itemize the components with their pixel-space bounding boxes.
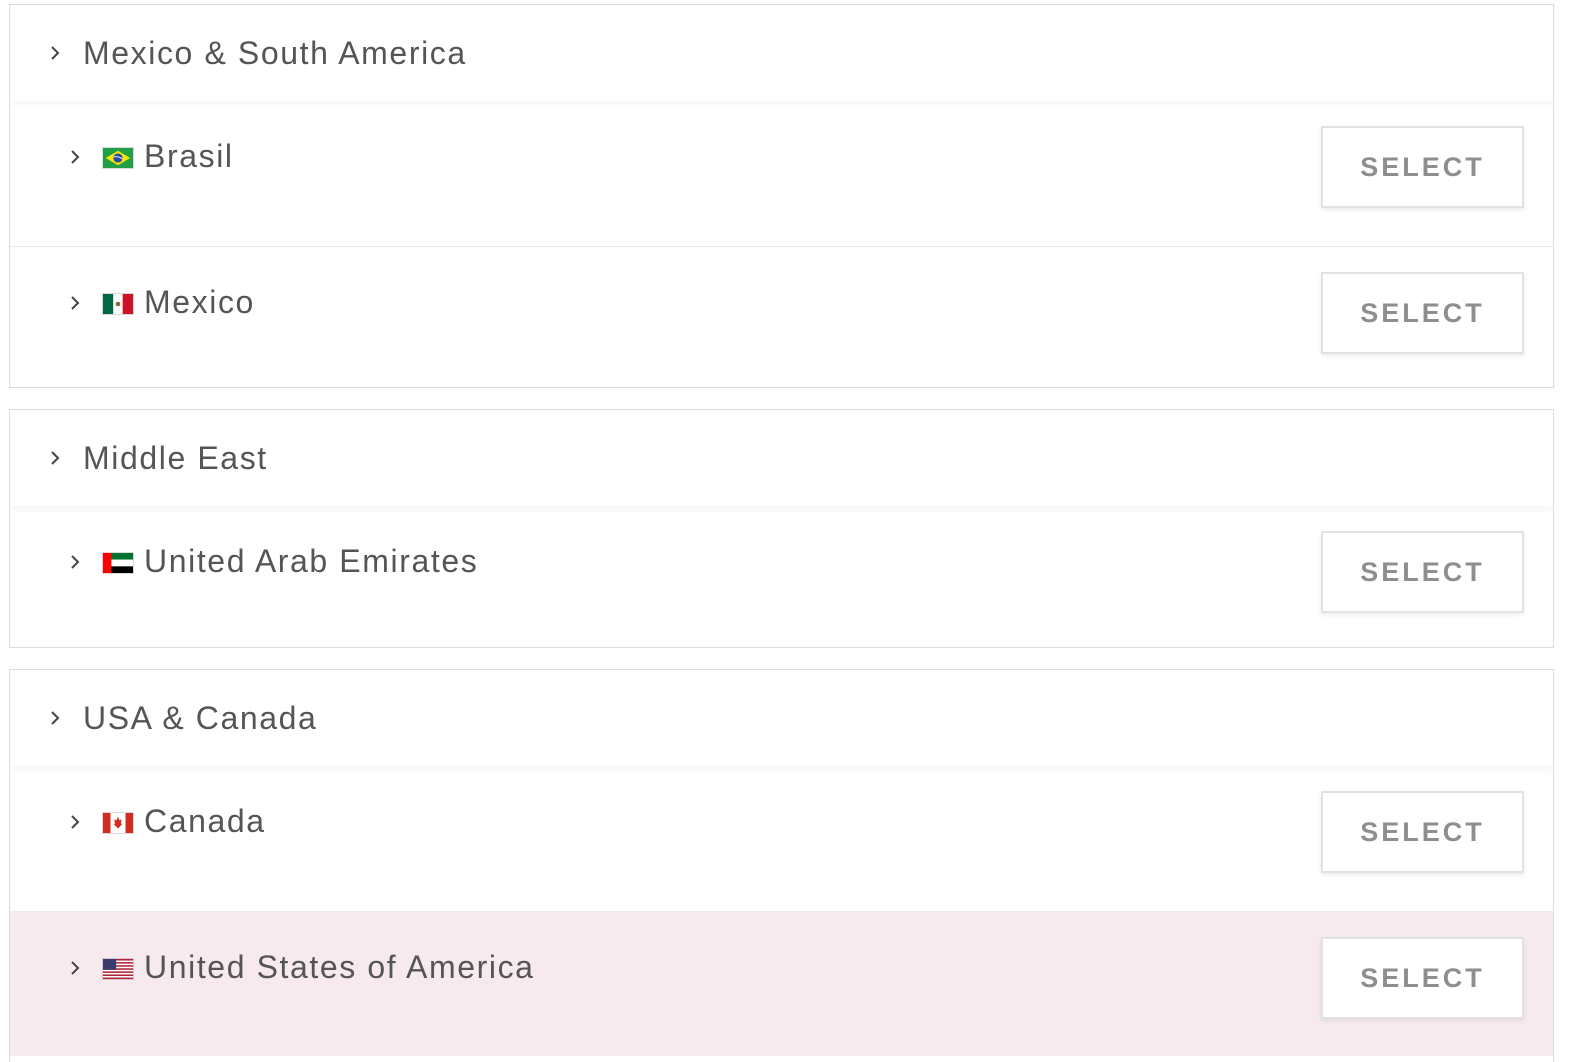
country-row-brasil[interactable]: Brasil SELECT (10, 101, 1553, 246)
chevron-right-icon[interactable] (46, 449, 64, 467)
region-header[interactable]: USA & Canada (10, 670, 1553, 766)
region-group-mexico-south-america: Mexico & South America Brasil SELECT Mex… (9, 4, 1554, 388)
mexico-flag-icon (102, 293, 134, 315)
select-button[interactable]: SELECT (1321, 126, 1524, 208)
uae-flag-icon (102, 552, 134, 574)
region-group-usa-canada: USA & Canada Canada SELECT United States… (9, 669, 1554, 1062)
region-name: Middle East (83, 440, 268, 476)
country-row-united-states-of-america[interactable]: United States of America SELECT (10, 911, 1553, 1056)
chevron-right-icon[interactable] (66, 553, 84, 571)
region-header[interactable]: Mexico & South America (10, 5, 1553, 101)
select-button[interactable]: SELECT (1321, 937, 1524, 1019)
region-name: Mexico & South America (83, 35, 467, 71)
chevron-right-icon[interactable] (66, 294, 84, 312)
country-row-canada[interactable]: Canada SELECT (10, 766, 1553, 911)
select-button[interactable]: SELECT (1321, 272, 1524, 354)
usa-flag-icon (102, 958, 134, 980)
country-row-mexico[interactable]: Mexico SELECT (10, 246, 1553, 387)
chevron-right-icon[interactable] (46, 44, 64, 62)
chevron-right-icon[interactable] (46, 709, 64, 727)
country-name: Mexico (144, 284, 255, 320)
country-name: Brasil (144, 138, 234, 174)
country-name: United Arab Emirates (144, 543, 479, 579)
canada-flag-icon (102, 812, 134, 834)
region-group-middle-east: Middle East United Arab Emirates SELECT (9, 409, 1554, 648)
country-name: United States of America (144, 949, 535, 985)
brazil-flag-icon (102, 147, 134, 169)
chevron-right-icon[interactable] (66, 959, 84, 977)
country-name: Canada (144, 803, 266, 839)
region-name: USA & Canada (83, 700, 318, 736)
select-button[interactable]: SELECT (1321, 531, 1524, 613)
region-header[interactable]: Middle East (10, 410, 1553, 506)
chevron-right-icon[interactable] (66, 813, 84, 831)
chevron-right-icon[interactable] (66, 148, 84, 166)
country-row-united-arab-emirates[interactable]: United Arab Emirates SELECT (10, 506, 1553, 647)
select-button[interactable]: SELECT (1321, 791, 1524, 873)
